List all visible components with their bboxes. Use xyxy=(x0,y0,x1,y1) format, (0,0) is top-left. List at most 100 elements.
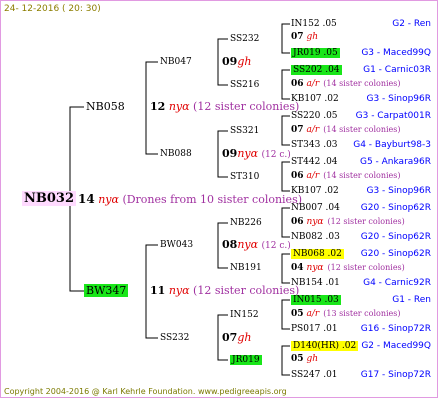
gen4-name: PS017 .01 xyxy=(291,324,338,334)
gen4-note: (13 sister colonies) xyxy=(323,309,401,318)
gen3-node-0: SS232 xyxy=(230,33,259,46)
gen1-name-1: BW347 xyxy=(84,284,129,297)
gen4-code: G5 - Ankara96R xyxy=(359,157,431,167)
gen2-name-2: BW043 xyxy=(160,240,194,250)
line-g3-2 xyxy=(281,69,290,100)
gen1-name-0: NB058 xyxy=(86,100,125,113)
gen2-note-2: (12 c.) xyxy=(261,241,291,251)
gen4-name: NB007 .04 xyxy=(291,203,340,213)
gen4-code: G3 - Maced99Q xyxy=(361,48,431,58)
gen4-name: JR019 .05 xyxy=(291,48,340,58)
gen4-row: JR019 .05 xyxy=(291,47,340,60)
gen2-node-1: NB088 xyxy=(160,148,192,161)
root-detail: 14 nyα (Drones from 10 sister colonies) xyxy=(78,192,302,207)
gen3-name-1: SS216 xyxy=(230,80,260,90)
gen3-node-1: SS216 xyxy=(230,79,259,92)
gen4-code: G2 - Ren xyxy=(392,19,431,29)
gen4-note: (14 sister colonies) xyxy=(323,79,401,88)
gen2-num-2: 08 xyxy=(222,238,238,251)
gen4-row: 07 gh xyxy=(291,31,318,44)
gen4-row: 04 nyα (12 sister colonies) xyxy=(291,261,405,275)
copyright-footer: Copyright 2004-2016 @ Karl Kehrle Founda… xyxy=(4,387,287,396)
gen4-name: SS247 .01 xyxy=(291,370,338,380)
gen4-row: KB107 .02 xyxy=(291,93,339,106)
gen4-name: IN152 .05 xyxy=(291,19,337,29)
gen4-code: G20 - Sinop62R xyxy=(360,203,431,213)
gen3-name-4: NB226 xyxy=(230,218,262,228)
gen4-code: G1 - Carnic03R xyxy=(363,65,431,75)
gen4-name: ST343 .03 xyxy=(291,140,338,150)
gen3-node-5: NB191 xyxy=(230,262,262,275)
gen4-name: 05 xyxy=(291,354,304,364)
gen2-race-1: nyα xyxy=(237,147,259,160)
gen4-name: NB068 .02 xyxy=(291,249,344,259)
gen4-row: NB082 .03 xyxy=(291,231,340,244)
gen4-name: D140(HR) .02 xyxy=(291,341,359,351)
gen4-row: ST343 .03 xyxy=(291,139,338,152)
line-g3-3 xyxy=(281,115,290,146)
gen4-note: (14 sister colonies) xyxy=(323,125,401,134)
gen4-name: IN015 .03 xyxy=(291,295,341,305)
gen1-note-0: (12 sister colonies) xyxy=(193,100,300,113)
gen4-code: G4 - Carnic92R xyxy=(363,278,431,288)
root-num: 14 xyxy=(78,192,95,206)
gen4-name: SS202 .04 xyxy=(291,65,342,75)
gen4-name: 07 xyxy=(291,32,304,42)
gen4-row: PS017 .01 xyxy=(291,323,338,336)
gen4-name: 06 xyxy=(291,79,304,89)
gen4-row: SS247 .01 xyxy=(291,369,338,382)
gen2-node-0: NB047 xyxy=(160,56,192,69)
gen3-node-2: SS321 xyxy=(230,125,259,138)
gen1-race-1: nyα xyxy=(168,284,190,297)
gen2-detail-1: 09nyα (12 c.) xyxy=(222,147,291,162)
gen2-detail-0: 09gh xyxy=(222,55,251,68)
gen1-node-0: NB058 xyxy=(86,100,125,113)
gen4-code: G3 - Sinop96R xyxy=(366,94,431,104)
gen2-race-0: gh xyxy=(237,55,252,68)
gen4-name: 05 xyxy=(291,309,304,319)
gen4-note: (12 sister colonies) xyxy=(327,263,405,272)
gen4-race: nyα xyxy=(306,217,324,227)
gen4-code: G16 - Sinop72R xyxy=(360,324,431,334)
gen4-code: G20 - Sinop62R xyxy=(360,232,431,242)
gen4-race: gh xyxy=(306,354,319,364)
gen4-row: 06 nyα (12 sister colonies) xyxy=(291,215,405,229)
line-g3-4 xyxy=(281,161,290,192)
gen4-row: ST442 .04 xyxy=(291,156,338,169)
gen4-code: G3 - Sinop96R xyxy=(366,186,431,196)
gen1-node-1: BW347 xyxy=(84,284,129,297)
gen3-node-4: NB226 xyxy=(230,217,262,230)
gen3-name-3: ST310 xyxy=(230,172,260,182)
gen2-num-3: 07 xyxy=(222,331,238,344)
gen2-name-3: SS232 xyxy=(160,333,190,343)
gen4-row: IN152 .05 xyxy=(291,18,337,31)
gen4-name: 04 xyxy=(291,263,304,273)
gen4-row: 05 gh xyxy=(291,353,318,366)
gen3-name-2: SS321 xyxy=(230,126,260,136)
gen2-num-0: 09 xyxy=(222,55,238,68)
gen1-race-0: nyα xyxy=(168,100,190,113)
gen4-name: ST442 .04 xyxy=(291,157,338,167)
gen4-code: G17 - Sinop72R xyxy=(360,370,431,380)
gen4-row: IN015 .03 xyxy=(291,294,341,307)
gen3-name-5: NB191 xyxy=(230,263,262,273)
gen3-name-6: IN152 xyxy=(230,310,259,320)
gen1-detail-1: 11 nyα (12 sister colonies) xyxy=(150,284,299,297)
gen2-num-1: 09 xyxy=(222,147,238,160)
gen4-row: SS202 .04 xyxy=(291,64,342,77)
gen4-note: (14 sister colonies) xyxy=(323,171,401,180)
gen4-row: D140(HR) .02 xyxy=(291,340,359,353)
gen3-node-7: JR019 xyxy=(230,354,262,367)
gen4-name: 06 xyxy=(291,217,304,227)
gen2-race-2: nyα xyxy=(237,238,259,251)
gen4-race: a/r xyxy=(306,171,320,181)
gen4-code: G3 - Carpat001R xyxy=(355,111,431,121)
gen2-name-1: NB088 xyxy=(160,149,192,159)
gen4-code: G2 - Maced99Q xyxy=(361,341,431,351)
gen3-node-6: IN152 xyxy=(230,309,259,322)
line-g3-7 xyxy=(281,299,290,330)
gen4-name: 06 xyxy=(291,171,304,181)
gen1-num-1: 11 xyxy=(150,284,166,297)
gen2-detail-3: 07gh xyxy=(222,331,251,344)
gen4-row: 05 a/r (13 sister colonies) xyxy=(291,307,401,321)
